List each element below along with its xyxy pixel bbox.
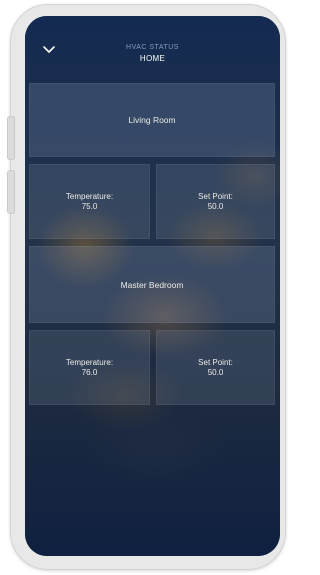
header-subtitle: HVAC STATUS (126, 44, 179, 51)
room-tile-master-bedroom[interactable]: Master Bedroom (29, 246, 275, 323)
setpoint-tile-master-bedroom[interactable]: Set Point: 50.0 (156, 330, 275, 405)
app-screen: HVAC STATUS HOME Living Room Temperature… (25, 16, 280, 556)
temperature-value: 75.0 (81, 201, 98, 211)
phone-side-button-upper (7, 116, 15, 160)
header-title: HOME (139, 54, 166, 63)
setpoint-label: Set Point: (198, 191, 233, 201)
room-name: Living Room (128, 115, 176, 125)
temperature-label: Temperature: (65, 191, 114, 201)
app-header: HVAC STATUS HOME (25, 16, 280, 82)
temperature-tile-living-room: Temperature: 75.0 (29, 164, 150, 239)
setpoint-value: 50.0 (207, 367, 224, 377)
room-name: Master Bedroom (120, 279, 184, 290)
temperature-label: Temperature: (65, 357, 114, 367)
phone-side-button-lower (7, 170, 15, 214)
temperature-value: 76.0 (81, 367, 98, 377)
setpoint-tile-living-room[interactable]: Set Point: 50.0 (156, 164, 275, 239)
temperature-tile-master-bedroom: Temperature: 76.0 (29, 330, 150, 405)
room-tile-living-room[interactable]: Living Room (29, 83, 275, 157)
setpoint-value: 50.0 (207, 201, 224, 211)
setpoint-label: Set Point: (198, 357, 233, 367)
